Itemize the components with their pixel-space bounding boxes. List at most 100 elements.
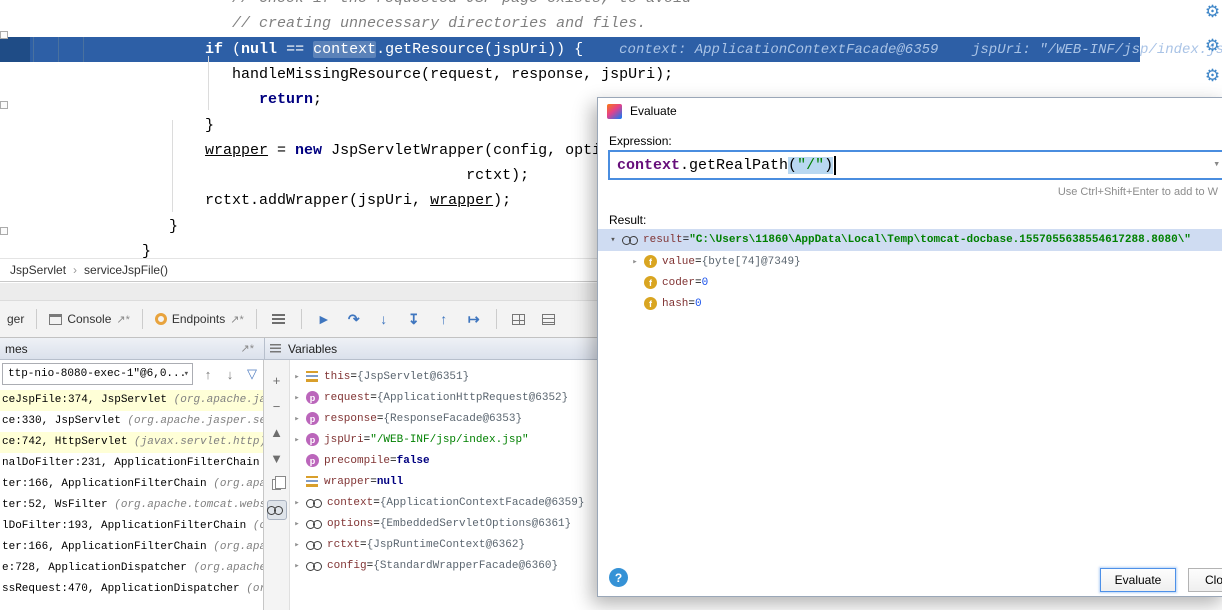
stack-frame[interactable]: ssRequest:470, ApplicationDispatcher (or… xyxy=(0,579,264,600)
equals-sign: = xyxy=(360,539,367,551)
expand-chevron-icon[interactable]: ▸ xyxy=(290,498,304,508)
gear-icon[interactable]: ⚙ xyxy=(1203,2,1222,21)
chevron-down-icon[interactable]: ▾ xyxy=(1213,157,1220,171)
field-name: coder xyxy=(662,277,695,289)
add-icon[interactable]: + xyxy=(267,370,287,390)
variable-name: jspUri xyxy=(324,434,364,446)
field-value: 0 xyxy=(695,298,702,310)
help-icon[interactable]: ? xyxy=(609,568,628,587)
variable-value: {ResponseFacade@6353} xyxy=(383,413,522,425)
menu-icon[interactable] xyxy=(267,307,291,331)
tab-debugger[interactable]: ger xyxy=(2,301,29,337)
view-table-icon[interactable] xyxy=(507,307,531,331)
result-row[interactable]: ▾result = "C:\Users\11860\AppData\Local\… xyxy=(598,229,1222,251)
expression-input[interactable]: context.getRealPath("/") ▾ xyxy=(608,150,1222,180)
tab-console[interactable]: Console ↗* xyxy=(44,301,135,337)
toolbar-separator xyxy=(36,309,37,329)
result-label: Result: xyxy=(609,213,646,227)
glasses-icon xyxy=(305,540,323,550)
jump-to-source-icon: ↗* xyxy=(230,313,244,326)
expand-chevron-icon[interactable]: ▸ xyxy=(290,393,304,403)
copy-icon[interactable] xyxy=(267,474,287,494)
equals-sign: = xyxy=(370,476,377,488)
collapse-chevron-icon[interactable]: ▾ xyxy=(606,235,620,245)
frame-package: (org.ap xyxy=(246,583,264,595)
arrow-up-icon[interactable]: ↑ xyxy=(197,363,219,385)
expand-chevron-icon[interactable]: ▸ xyxy=(290,519,304,529)
stack-frame[interactable]: ter:166, ApplicationFilterChain (org.apa… xyxy=(0,474,264,495)
toolbar-separator xyxy=(256,309,257,329)
gear-icon[interactable]: ⚙ xyxy=(1203,66,1222,85)
equals-sign: = xyxy=(373,518,380,530)
field-icon: f xyxy=(644,255,657,268)
expand-chevron-icon[interactable]: ▸ xyxy=(290,435,304,445)
stack-frame[interactable]: ce:330, JspServlet (org.apache.jasper.se… xyxy=(0,411,264,432)
variable-name: response xyxy=(324,413,377,425)
expand-chevron-icon[interactable]: ▸ xyxy=(290,414,304,424)
expression-label: Expression: xyxy=(609,134,672,148)
code-line[interactable]: handleMissingResource(request, response,… xyxy=(0,62,1222,87)
expand-chevron-icon[interactable]: ▸ xyxy=(628,257,642,267)
stack-frame[interactable]: ceJspFile:374, JspServlet (org.apache.ja… xyxy=(0,390,264,411)
stack-frame[interactable]: e:728, ApplicationDispatcher (org.apache… xyxy=(0,558,264,579)
thread-selector[interactable]: ttp-nio-8080-exec-1"@6,0... ▾ xyxy=(2,363,193,385)
force-step-into-icon[interactable]: ↧ xyxy=(402,307,426,331)
expand-chevron-icon[interactable]: ▸ xyxy=(290,372,304,382)
tab-debugger-label: ger xyxy=(7,312,24,326)
code-line[interactable]: // Check if the requested JSP page exist… xyxy=(0,0,1222,11)
result-tree: ▾result = "C:\Users\11860\AppData\Local\… xyxy=(598,229,1222,314)
result-child-row[interactable]: fhash = 0 xyxy=(598,293,1222,314)
gear-icon[interactable]: ⚙ xyxy=(1203,36,1222,55)
frames-header-label: mes xyxy=(5,342,28,356)
glasses-icon[interactable] xyxy=(267,500,287,520)
stack-frame[interactable]: ce:742, HttpServlet (javax.servlet.http) xyxy=(0,432,264,453)
layout-settings-icon[interactable] xyxy=(537,307,561,331)
stack-frame[interactable]: ter:166, ApplicationFilterChain (org.apa… xyxy=(0,537,264,558)
equals-sign: = xyxy=(364,434,371,446)
stack-frame[interactable]: ter:52, WsFilter (org.apache.tomcat.webs… xyxy=(0,495,264,516)
evaluate-button[interactable]: Evaluate xyxy=(1100,568,1176,592)
stack-frame[interactable]: nalDoFilter:231, ApplicationFilterChain … xyxy=(0,453,264,474)
parameter-icon: p xyxy=(306,391,319,404)
step-over-icon[interactable]: ↷ xyxy=(342,307,366,331)
equals-sign: = xyxy=(390,455,397,467)
frames-panel-header: mes ↗* xyxy=(0,338,265,360)
move-down-icon[interactable]: ▼ xyxy=(267,448,287,468)
result-child-row[interactable]: ▸fvalue = {byte[74]@7349} xyxy=(598,251,1222,272)
value-icon xyxy=(306,476,318,487)
remove-icon[interactable]: − xyxy=(267,396,287,416)
variable-value: {JspRuntimeContext@6362} xyxy=(367,539,525,551)
filter-icon[interactable]: ▽ xyxy=(241,363,263,385)
gutter-marker-icon xyxy=(0,101,8,109)
frames-toolbar: ↑↓▽ xyxy=(197,363,263,385)
tab-endpoints[interactable]: Endpoints ↗* xyxy=(150,301,249,337)
frame-location: ceJspFile:374, JspServlet xyxy=(2,394,174,406)
jump-to-source-icon: ↗* xyxy=(116,313,130,326)
show-execution-point-icon[interactable]: ► xyxy=(312,307,336,331)
expand-chevron-icon[interactable]: ▸ xyxy=(290,561,304,571)
field-value: {byte[74]@7349} xyxy=(702,256,801,268)
frame-package: (org.apache.cat xyxy=(213,541,264,553)
equals-sign: = xyxy=(370,392,377,404)
evaluate-dialog: Evaluate Expression: context.getRealPath… xyxy=(597,97,1222,597)
frame-location: ce:742, HttpServlet xyxy=(2,436,134,448)
thread-name: ttp-nio-8080-exec-1"@6,0... xyxy=(8,368,186,380)
execution-code-line[interactable]: if (null == context.getResource(jspUri))… xyxy=(0,37,1222,62)
run-to-cursor-icon[interactable]: ↦ xyxy=(462,307,486,331)
move-up-icon[interactable]: ▲ xyxy=(267,422,287,442)
frame-location: e:728, ApplicationDispatcher xyxy=(2,562,193,574)
breadcrumb-method[interactable]: serviceJspFile() xyxy=(84,263,168,277)
arrow-down-icon[interactable]: ↓ xyxy=(219,363,241,385)
frame-location: ce:330, JspServlet xyxy=(2,415,127,427)
step-out-icon[interactable]: ↑ xyxy=(432,307,456,331)
step-into-icon[interactable]: ↓ xyxy=(372,307,396,331)
dialog-titlebar[interactable]: Evaluate xyxy=(598,98,1222,124)
glasses-icon xyxy=(305,561,323,571)
result-child-row[interactable]: fcoder = 0 xyxy=(598,272,1222,293)
expand-chevron-icon[interactable]: ▸ xyxy=(290,540,304,550)
close-button[interactable]: Close xyxy=(1188,568,1222,592)
code-line[interactable]: // creating unnecessary directories and … xyxy=(0,11,1222,36)
frame-package: (org.apache.cat xyxy=(213,478,264,490)
stack-frame[interactable]: lDoFilter:193, ApplicationFilterChain (o… xyxy=(0,516,264,537)
breadcrumb-class[interactable]: JspServlet xyxy=(10,263,66,277)
